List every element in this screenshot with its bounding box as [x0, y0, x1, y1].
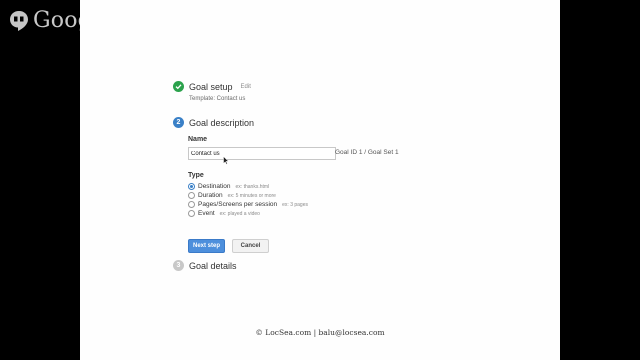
- check-icon: [173, 81, 184, 92]
- step-goal-description: 2 Goal description: [173, 117, 254, 128]
- step-number: 3: [173, 260, 184, 271]
- radio-label: Pages/Screens per session: [198, 201, 278, 208]
- cancel-button[interactable]: Cancel: [232, 239, 269, 253]
- step-number: 2: [173, 117, 184, 128]
- radio-example: ex: 3 pages: [282, 201, 308, 208]
- radio-selected-icon[interactable]: [188, 183, 195, 190]
- name-label: Name: [188, 136, 208, 143]
- goal-id-text: Goal ID 1 / Goal Set 1: [335, 149, 399, 156]
- radio-destination[interactable]: Destination ex: thanks.html: [188, 183, 269, 190]
- step-title: Goal details: [189, 260, 237, 271]
- template-subtitle: Template: Contact us: [189, 96, 246, 102]
- radio-example: ex: played a video: [219, 210, 260, 217]
- radio-duration[interactable]: Duration ex: 5 minutes or more: [188, 192, 276, 199]
- radio-icon[interactable]: [188, 192, 195, 199]
- radio-label: Duration: [198, 192, 223, 199]
- radio-icon[interactable]: [188, 210, 195, 217]
- step-goal-details: 3 Goal details: [173, 260, 237, 271]
- type-label: Type: [188, 172, 204, 179]
- radio-event[interactable]: Event ex: played a video: [188, 210, 260, 217]
- content-panel: [80, 0, 560, 360]
- hangouts-icon: [9, 10, 29, 32]
- footer-credit: © LocSea.com | balu@locsea.com: [255, 328, 385, 337]
- radio-pages-per-session[interactable]: Pages/Screens per session ex: 3 pages: [188, 201, 308, 208]
- goal-name-input[interactable]: [188, 147, 336, 160]
- radio-example: ex: thanks.html: [235, 183, 270, 190]
- edit-link[interactable]: Edit: [241, 84, 251, 90]
- next-step-button[interactable]: Next step: [188, 239, 225, 253]
- radio-example: ex: 5 minutes or more: [227, 192, 276, 199]
- radio-icon[interactable]: [188, 201, 195, 208]
- step-goal-setup: Goal setup Edit: [173, 81, 251, 92]
- radio-label: Event: [198, 210, 215, 217]
- mouse-cursor-icon: [223, 156, 229, 165]
- step-title: Goal description: [189, 117, 255, 128]
- step-title: Goal setup: [189, 81, 233, 92]
- radio-label: Destination: [198, 183, 231, 190]
